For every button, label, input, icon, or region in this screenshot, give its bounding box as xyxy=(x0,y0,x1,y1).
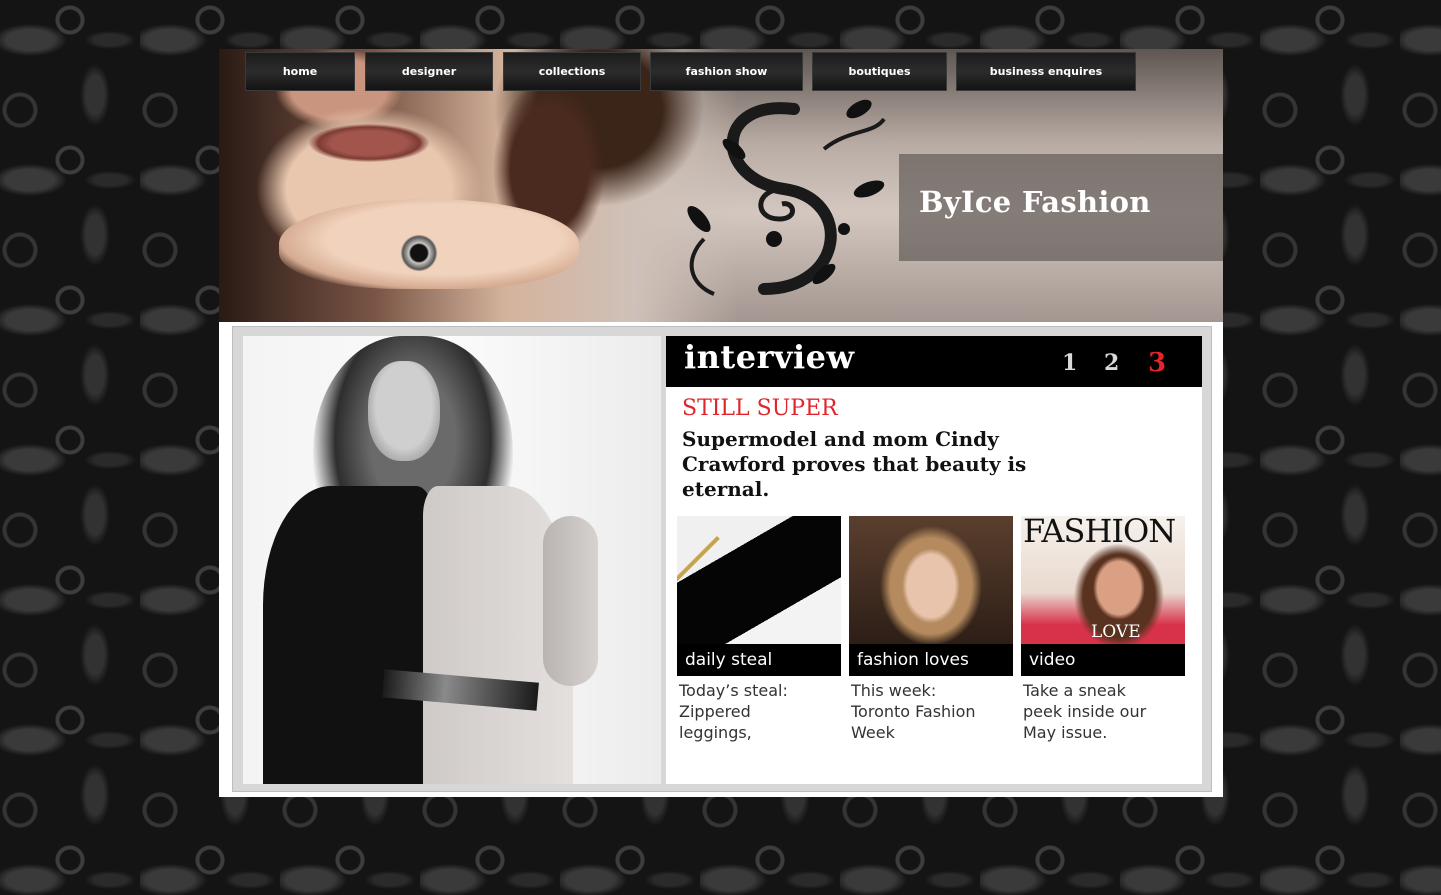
article-headline[interactable]: Supermodel and mom Cindy Crawford proves… xyxy=(682,427,1102,502)
page-2-link[interactable]: 2 xyxy=(1104,350,1119,376)
ring-jewel xyxy=(399,231,439,275)
interview-header: interview 1 2 3 xyxy=(666,336,1202,387)
model-face xyxy=(368,361,440,461)
daily-steal-thumbnail[interactable] xyxy=(677,516,841,644)
card-fashion-loves[interactable]: fashion loves This week: Toronto Fashion… xyxy=(849,516,1013,743)
ornamental-s-logo-icon xyxy=(687,99,886,296)
zipper xyxy=(677,536,720,617)
video-thumbnail[interactable]: FASHION LOVE xyxy=(1021,516,1185,644)
article-kicker[interactable]: STILL SUPER xyxy=(682,396,838,421)
site-title: ByIce Fashion xyxy=(919,185,1151,219)
interview-title: interview xyxy=(684,338,855,376)
header-banner: ByIce Fashion home designer collections … xyxy=(219,49,1223,322)
card-video[interactable]: FASHION LOVE video Take a sneak peek ins… xyxy=(1021,516,1185,743)
page-container: ByIce Fashion home designer collections … xyxy=(219,49,1223,797)
interview-panel: interview 1 2 3 STILL SUPER Supermodel a… xyxy=(666,336,1202,784)
nav-home[interactable]: home xyxy=(245,52,355,91)
model-lips xyxy=(309,124,429,162)
model-arm xyxy=(543,516,598,686)
card-text: This week: Toronto Fashion Week xyxy=(851,681,976,742)
card-label[interactable]: video xyxy=(1021,644,1185,676)
black-jacket xyxy=(263,486,433,784)
feature-photo[interactable] xyxy=(243,336,661,784)
magazine-cover-word: LOVE xyxy=(1091,622,1141,642)
page-1-link[interactable]: 1 xyxy=(1062,350,1077,376)
card-daily-steal[interactable]: daily steal Today’s steal: Zippered legg… xyxy=(677,516,841,743)
card-label[interactable]: daily steal xyxy=(677,644,841,676)
nav-collections[interactable]: collections xyxy=(503,52,641,91)
page-3-link[interactable]: 3 xyxy=(1148,348,1166,378)
content-area: interview 1 2 3 STILL SUPER Supermodel a… xyxy=(232,326,1212,792)
card-text: Today’s steal: Zippered leggings, xyxy=(679,681,788,742)
fashion-loves-thumbnail[interactable] xyxy=(849,516,1013,644)
nav-boutiques[interactable]: boutiques xyxy=(812,52,947,91)
nav-fashion-show[interactable]: fashion show xyxy=(650,52,803,91)
magazine-masthead: FASHION xyxy=(1023,516,1176,550)
card-text: Take a sneak peek inside our May issue. xyxy=(1023,681,1147,742)
nav-designer[interactable]: designer xyxy=(365,52,493,91)
card-label[interactable]: fashion loves xyxy=(849,644,1013,676)
nav-business-enquires[interactable]: business enquires xyxy=(956,52,1136,91)
